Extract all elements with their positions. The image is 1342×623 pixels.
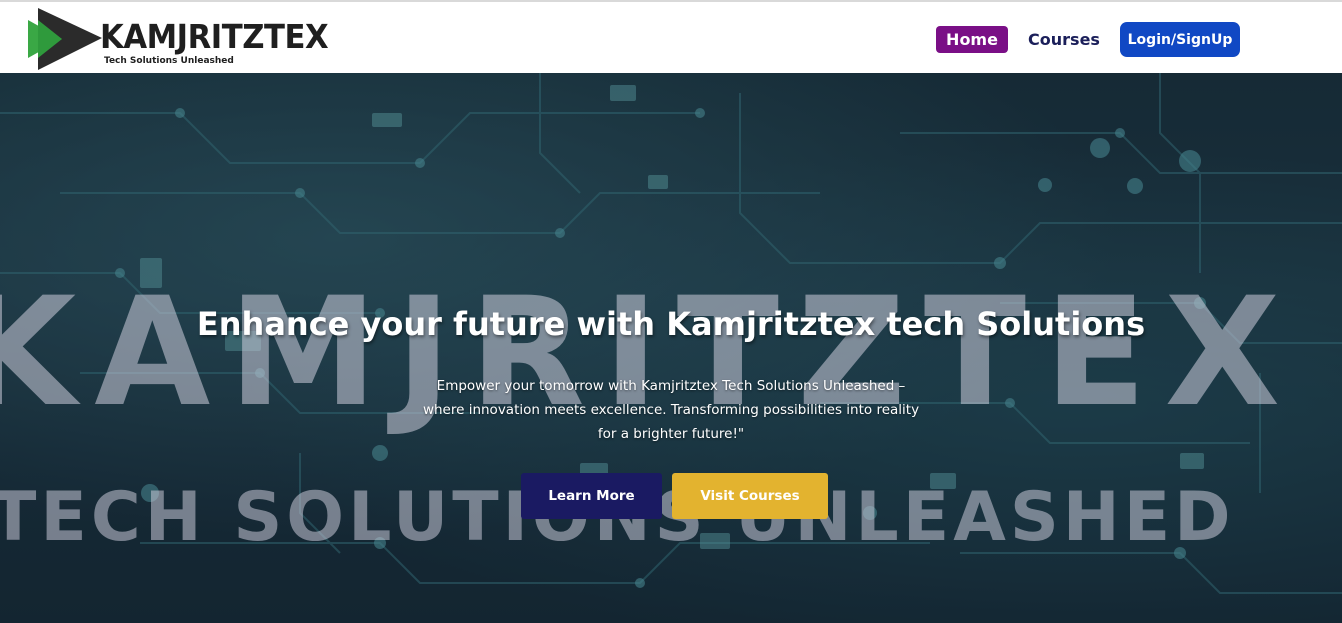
nav-login-signup-button[interactable]: Login/SignUp xyxy=(1120,22,1240,57)
hero-title: Enhance your future with Kamjritztex tec… xyxy=(196,305,1146,343)
site-header: KAMJRITZTEX Tech Solutions Unleashed Hom… xyxy=(0,0,1342,73)
hero-section: KAMJRITZTEX TECH SOLUTIONS UNLEASHED Enh… xyxy=(0,73,1342,623)
brand-logo[interactable]: KAMJRITZTEX Tech Solutions Unleashed xyxy=(28,6,338,74)
brand-name: KAMJRITZTEX xyxy=(100,17,329,56)
hero-subtitle-line: Empower your tomorrow with Kamjritztex T… xyxy=(436,378,906,394)
learn-more-button[interactable]: Learn More xyxy=(521,473,662,519)
hero-subtitle-line: for a brighter future!" xyxy=(597,426,745,442)
hero-subtitle-line: where innovation meets excellence. Trans… xyxy=(422,402,920,418)
nav-home-link[interactable]: Home xyxy=(936,26,1008,53)
hero-subtitle: Empower your tomorrow with Kamjritztex T… xyxy=(346,374,996,446)
visit-courses-button[interactable]: Visit Courses xyxy=(672,473,828,519)
brand-tagline: Tech Solutions Unleashed xyxy=(104,56,234,66)
hero-watermark-tagline: TECH SOLUTIONS UNLEASHED xyxy=(0,478,1235,557)
nav-courses-link[interactable]: Courses xyxy=(1026,26,1102,53)
play-arrow-logo-icon xyxy=(28,8,102,70)
